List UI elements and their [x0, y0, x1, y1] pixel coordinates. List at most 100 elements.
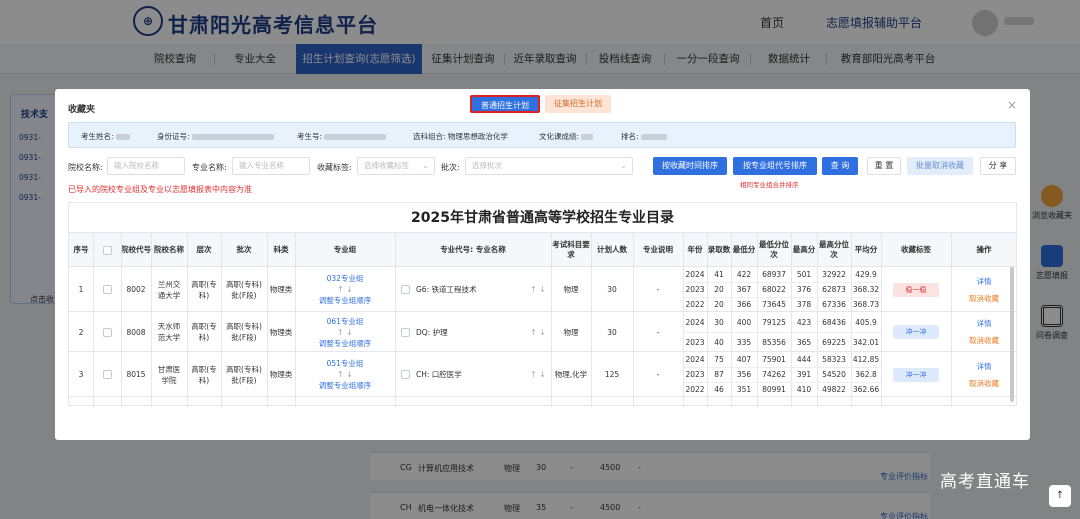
checkbox[interactable] [102, 245, 112, 255]
history-avg: 368.73 [852, 300, 880, 309]
tab-general-plan[interactable]: 普通招生计划 [470, 95, 540, 113]
reset-button[interactable]: 重 置 [867, 157, 901, 175]
history-max: 444 [796, 355, 812, 364]
row-checkbox[interactable] [93, 352, 121, 397]
history-admit: 87 [714, 370, 724, 379]
watermark: 高考直通车 [940, 472, 1030, 492]
subject-category: 物理类 [269, 327, 293, 337]
school-filter-input[interactable]: 输入院校名称 [107, 157, 185, 175]
reorder-arrows-icon[interactable]: ↑ ↓ [337, 284, 353, 295]
batch-filter-placeholder: 选择批次 [472, 161, 502, 170]
column-header: 最低分位次 [759, 240, 789, 259]
row-number: 2 [78, 327, 84, 337]
column-header: 院校代号 [121, 245, 151, 254]
history-max-rank: 62873 [822, 285, 846, 294]
scroll-top-button[interactable]: ↑ [1049, 485, 1071, 507]
sort-by-time-button[interactable]: 按收藏时间排序 [653, 157, 727, 175]
detail-link[interactable]: 详情 [977, 318, 992, 329]
detail-link[interactable]: 详情 [977, 361, 992, 372]
cancel-favorite-link[interactable]: 取消收藏 [969, 335, 999, 346]
exam-subject: 物理 [563, 285, 579, 294]
history-min-rank: 85356 [762, 337, 786, 347]
history-year: 2024 [685, 270, 705, 279]
close-icon[interactable]: × [1007, 98, 1017, 112]
favorite-tag[interactable]: 稳一稳 [893, 282, 939, 297]
adjust-group-order-link[interactable]: 调整专业组顺序 [319, 380, 372, 391]
chevron-down-icon: ⌄ [620, 161, 627, 170]
adjust-group-order-link[interactable]: 调整专业组顺序 [319, 338, 372, 349]
school-level: 高职(专科) [191, 279, 217, 300]
tag-filter-placeholder: 选择收藏标签 [364, 161, 409, 170]
catalog-header: 序号 院校代号 院校名称 层次 批次 科类 专业组 专业代号: 专业名称 考试科目要求 计划人数 专… [69, 233, 1016, 267]
major-checkbox[interactable] [401, 327, 410, 337]
history-max-rank: 69225 [822, 337, 846, 347]
history-max: 376 [796, 285, 812, 294]
table-row: 3 8015 甘肃医学院 高职(专科) 高职(专科)批(F段) 物理类 051专业组 ↑ ↓ 调… [69, 352, 1016, 397]
reorder-arrows-icon[interactable]: ↑ ↓ [337, 327, 353, 338]
batch-cancel-button[interactable]: 批量取消收藏 [907, 157, 973, 175]
column-header: 计划人数 [597, 245, 627, 254]
history-max-rank: 67336 [822, 300, 846, 309]
adjust-group-order-link[interactable]: 调整专业组顺序 [319, 295, 372, 306]
exam-subject: 物理,化学 [554, 370, 588, 379]
history-max-rank: 58323 [822, 355, 846, 364]
reorder-arrows-icon[interactable]: ↑ ↓ [530, 284, 546, 295]
group-sort-note: 相同专业组合并排序 [740, 181, 799, 189]
year-divider [683, 367, 881, 368]
history-min: 356 [736, 370, 752, 379]
cancel-favorite-link[interactable]: 取消收藏 [969, 293, 999, 304]
school-code: 8008 [126, 327, 146, 337]
sort-by-group-button[interactable]: 按专业组代号排序 [733, 157, 817, 175]
rank-field: 排名: [621, 131, 667, 142]
checkbox[interactable] [102, 370, 112, 379]
reorder-arrows-icon[interactable]: ↑ ↓ [530, 369, 546, 380]
modal-title: 收藏夹 [68, 105, 96, 115]
reorder-arrows-icon[interactable]: ↑ ↓ [530, 327, 546, 338]
history-max-rank: 68436 [822, 317, 846, 327]
row-number: 1 [78, 285, 84, 294]
major-filter-input[interactable]: 输入专业名称 [232, 157, 310, 175]
batch-filter-select[interactable]: 选择批次 ⌄ [465, 157, 633, 175]
school-filter-label: 院校名称: [68, 163, 103, 172]
table-row: 1 8002 兰州交通大学 高职(专科) 高职(专科)批(F段) 物理类 032专业组 ↑ ↓… [69, 267, 1016, 312]
year-divider [683, 297, 881, 298]
major-name: CH: 口腔医学 [416, 370, 462, 379]
group-link[interactable]: 061专业组 [327, 316, 364, 327]
row-checkbox[interactable] [93, 267, 121, 312]
history-admit: 41 [714, 270, 724, 279]
year-divider [683, 382, 881, 383]
year-divider [683, 332, 881, 333]
batch-name: 高职(专科)批(F段) [226, 322, 262, 342]
favorite-tag[interactable]: 冲一冲 [893, 325, 939, 339]
query-button[interactable]: 查 询 [822, 157, 858, 175]
history-max: 410 [796, 385, 812, 394]
major-checkbox[interactable] [401, 285, 410, 294]
history-max-rank: 32922 [822, 270, 846, 279]
select-all-checkbox[interactable] [93, 233, 121, 267]
major-name: G6: 铁道工程技术 [416, 285, 477, 294]
major-checkbox[interactable] [401, 370, 410, 379]
checkbox[interactable] [102, 285, 112, 294]
school-code: 8015 [126, 370, 146, 379]
subject-combo-field: 选科组合: 物理思想政治化学 [413, 132, 508, 141]
favorite-tag[interactable]: 冲一冲 [893, 367, 939, 382]
detail-link[interactable]: 详情 [977, 276, 992, 287]
group-link[interactable]: 051专业组 [327, 358, 364, 369]
group-link[interactable]: 032专业组 [327, 273, 364, 284]
history-avg: 412.85 [852, 355, 880, 364]
tab-recruit-plan[interactable]: 征集招生计划 [545, 95, 611, 113]
reorder-arrows-icon[interactable]: ↑ ↓ [337, 369, 353, 380]
history-min: 366 [736, 300, 752, 309]
history-min-rank: 80991 [762, 385, 786, 394]
cancel-favorite-link[interactable]: 取消收藏 [969, 378, 999, 389]
checkbox[interactable] [102, 327, 112, 337]
major-name: DQ: 护理 [416, 327, 448, 337]
operations-cell: 详情 取消收藏 [951, 312, 1017, 352]
tag-cell: 稳一稳 [881, 267, 951, 312]
share-button[interactable]: 分 享 [980, 157, 1016, 175]
row-checkbox[interactable] [93, 312, 121, 352]
major-group: 061专业组 ↑ ↓ 调整专业组顺序 [295, 312, 395, 352]
table-scrollbar[interactable] [1010, 267, 1014, 402]
tag-filter-select[interactable]: 选择收藏标签 ⌄ [357, 157, 435, 175]
history-min-rank: 68022 [762, 285, 786, 294]
